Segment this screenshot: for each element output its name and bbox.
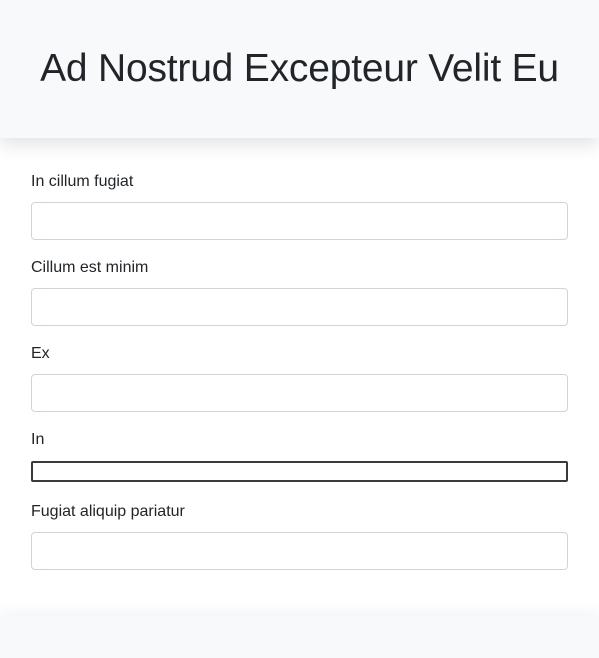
page-footer <box>0 616 599 658</box>
ex-input[interactable] <box>31 374 568 412</box>
page-title: Ad Nostrud Excepteur Velit Eu <box>40 47 559 90</box>
fugiat-aliquip-pariatur-input[interactable] <box>31 532 568 570</box>
field-label-in-cillum-fugiat: In cillum fugiat <box>31 173 134 190</box>
page-header: Ad Nostrud Excepteur Velit Eu <box>0 0 599 138</box>
cillum-est-minim-input[interactable] <box>31 288 568 326</box>
in-input[interactable] <box>31 461 568 482</box>
field-label-in: In <box>31 431 45 448</box>
field-label-ex: Ex <box>31 345 50 362</box>
field-label-cillum-est-minim: Cillum est minim <box>31 259 149 276</box>
in-cillum-fugiat-input[interactable] <box>31 202 568 240</box>
field-label-fugiat-aliquip-pariatur: Fugiat aliquip pariatur <box>31 503 185 520</box>
